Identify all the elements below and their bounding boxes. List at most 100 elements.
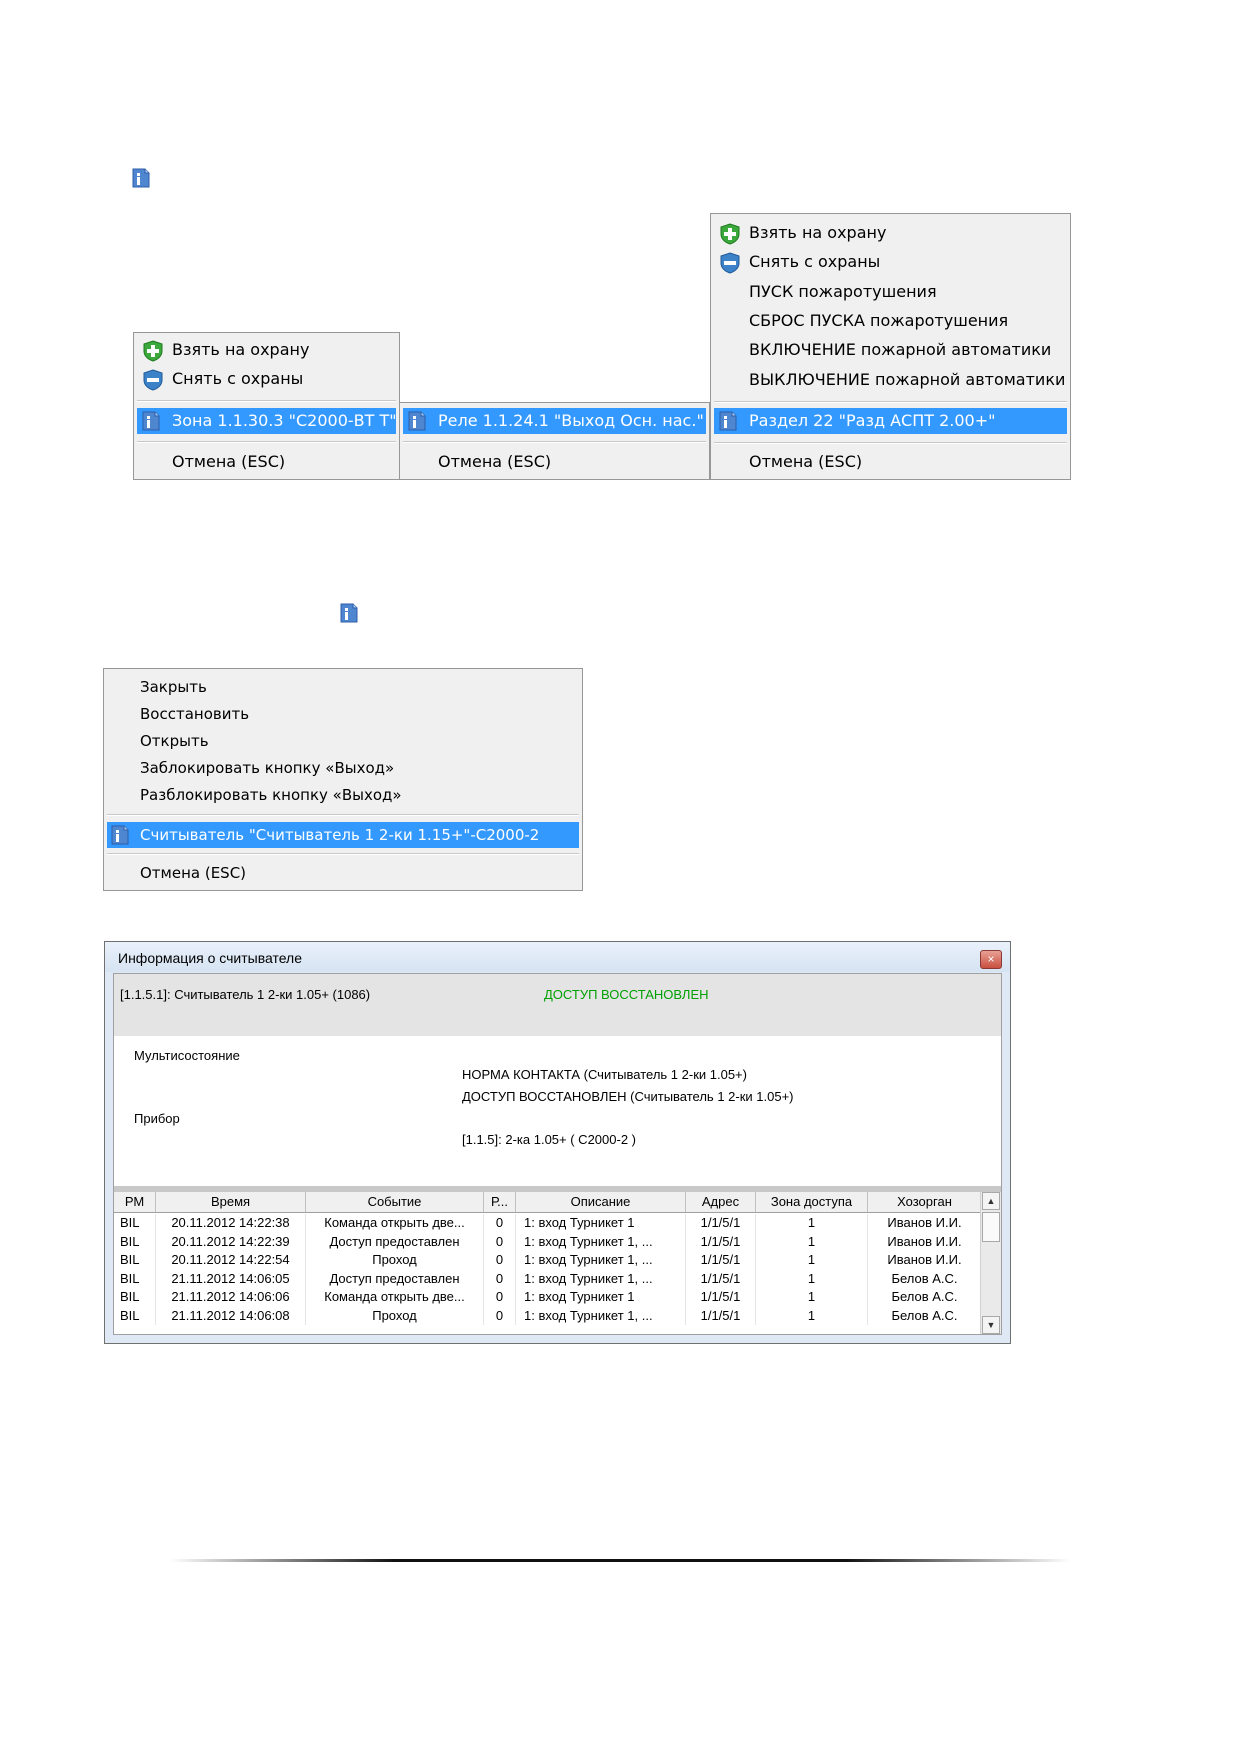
table-cell: 1 — [756, 1214, 868, 1233]
menu-item-zone-info[interactable]: Зона 1.1.30.3 "С2000-ВТ Т" — [137, 408, 397, 434]
table-cell: Команда открыть две... — [306, 1214, 484, 1233]
menu-item-fire-reset[interactable]: СБРОС ПУСКА пожаротушения — [711, 308, 1070, 334]
table-cell: 21.11.2012 14:06:08 — [156, 1306, 306, 1325]
device-value: [1.1.5]: 2-ка 1.05+ ( С2000-2 ) — [462, 1132, 636, 1147]
reader-details: Мультисостояние НОРМА КОНТАКТА (Считыват… — [114, 1036, 1001, 1186]
menu-item-reader-info[interactable]: Считыватель "Считыватель 1 2-ки 1.15+"-С… — [107, 822, 579, 848]
menu-separator — [107, 814, 579, 816]
page-divider — [170, 1559, 1070, 1562]
scroll-up-button[interactable]: ▲ — [982, 1192, 1000, 1210]
table-cell: BIL — [114, 1232, 156, 1251]
table-row[interactable]: BIL 20.11.2012 14:22:39 Доступ предоставле… — [114, 1232, 982, 1251]
menu-separator — [137, 400, 396, 402]
title-bar[interactable]: Информация о считывателе × — [105, 942, 1010, 972]
events-table: РМ Время Событие Р... Описание Адрес Зон… — [114, 1186, 1001, 1334]
info-icon — [719, 411, 737, 431]
menu-item-open-door[interactable]: Открыть — [104, 729, 582, 754]
menu-item-unlock-exit-button[interactable]: Разблокировать кнопку «Выход» — [104, 783, 582, 808]
table-cell: 1: вход Турникет 1 — [516, 1214, 686, 1233]
table-cell: BIL — [114, 1251, 156, 1270]
table-cell: 1 — [756, 1251, 868, 1270]
table-cell: 1: вход Турникет 1, ... — [516, 1269, 686, 1288]
column-header[interactable]: Р... — [484, 1192, 516, 1212]
menu-item-lock-exit-button[interactable]: Заблокировать кнопку «Выход» — [104, 756, 582, 781]
table-cell: 0 — [484, 1306, 516, 1325]
menu-item-restore[interactable]: Восстановить — [104, 702, 582, 727]
device-label: Прибор — [134, 1111, 180, 1126]
table-cell: 20.11.2012 14:22:38 — [156, 1214, 306, 1233]
table-cell: 1: вход Турникет 1, ... — [516, 1251, 686, 1270]
window-body: [1.1.5.1]: Считыватель 1 2-ки 1.05+ (108… — [113, 973, 1002, 1335]
table-cell: Команда открыть две... — [306, 1288, 484, 1307]
column-header[interactable]: Событие — [306, 1192, 484, 1212]
table-row[interactable]: BIL 21.11.2012 14:06:05 Доступ предоставле… — [114, 1269, 982, 1288]
menu-item-arm[interactable]: Взять на охрану — [711, 220, 1070, 246]
info-icon — [408, 411, 426, 431]
column-header[interactable]: РМ — [114, 1192, 156, 1212]
menu-item-cancel[interactable]: Отмена (ESC) — [711, 449, 1070, 475]
menu-item-arm[interactable]: Взять на охрану — [134, 337, 399, 363]
table-cell: 1 — [756, 1306, 868, 1325]
menu-separator — [137, 441, 396, 443]
scroll-down-button[interactable]: ▼ — [982, 1316, 1000, 1334]
column-header[interactable]: Зона доступа — [756, 1192, 868, 1212]
table-cell: Белов А.С. — [868, 1288, 982, 1307]
table-row[interactable]: BIL 20.11.2012 14:22:38 Команда открыть дв… — [114, 1214, 982, 1233]
vertical-scrollbar[interactable]: ▲ ▼ — [980, 1192, 1001, 1334]
table-cell: 1/1/5/1 — [686, 1288, 756, 1307]
table-cell: Иванов И.И. — [868, 1251, 982, 1270]
menu-item-cancel[interactable]: Отмена (ESC) — [400, 449, 709, 475]
menu-item-automation-off[interactable]: ВЫКЛЮЧЕНИЕ пожарной автоматики — [711, 367, 1070, 393]
table-cell: 0 — [484, 1251, 516, 1270]
table-cell: 1 — [756, 1288, 868, 1307]
multistate-value: ДОСТУП ВОССТАНОВЛЕН (Считыватель 1 2-ки … — [462, 1089, 794, 1104]
scroll-thumb[interactable] — [982, 1212, 1000, 1242]
table-cell: 20.11.2012 14:22:39 — [156, 1232, 306, 1251]
table-cell: 1: вход Турникет 1, ... — [516, 1232, 686, 1251]
table-cell: 0 — [484, 1214, 516, 1233]
menu-item-fire-start[interactable]: ПУСК пожаротушения — [711, 279, 1070, 305]
table-row[interactable]: BIL 21.11.2012 14:06:06 Команда открыть дв… — [114, 1288, 982, 1307]
disarm-blue-shield-icon — [719, 252, 741, 274]
table-row[interactable]: BIL 20.11.2012 14:22:54 Проход 0 1: вход Тур… — [114, 1251, 982, 1270]
table-cell: Иванов И.И. — [868, 1232, 982, 1251]
menu-item-cancel[interactable]: Отмена (ESC) — [104, 861, 582, 886]
arm-green-shield-icon — [142, 340, 164, 362]
table-cell: 0 — [484, 1232, 516, 1251]
table-cell: BIL — [114, 1214, 156, 1233]
table-cell: Доступ предоставлен — [306, 1232, 484, 1251]
info-icon — [132, 168, 150, 188]
menu-item-disarm[interactable]: Снять с охраны — [711, 249, 1070, 275]
column-header[interactable]: Хозорган — [868, 1192, 982, 1212]
menu-item-partition-info[interactable]: Раздел 22 "Разд АСПТ 2.00+" — [714, 408, 1067, 434]
table-cell: 1/1/5/1 — [686, 1214, 756, 1233]
table-cell: 1/1/5/1 — [686, 1269, 756, 1288]
menu-item-automation-on[interactable]: ВКЛЮЧЕНИЕ пожарной автоматики — [711, 337, 1070, 363]
disarm-blue-shield-icon — [142, 369, 164, 391]
table-cell: 1: вход Турникет 1 — [516, 1288, 686, 1307]
table-cell: Проход — [306, 1251, 484, 1270]
column-header[interactable]: Описание — [516, 1192, 686, 1212]
close-button[interactable]: × — [980, 950, 1002, 969]
menu-item-cancel[interactable]: Отмена (ESC) — [134, 449, 399, 475]
context-menu-relay: Реле 1.1.24.1 "Выход Осн. нас." Отмена (… — [400, 402, 710, 480]
table-cell: Белов А.С. — [868, 1269, 982, 1288]
context-menu-zone: Взять на охрану Снять с охраны Зона 1.1.… — [133, 332, 400, 480]
column-header[interactable]: Адрес — [686, 1192, 756, 1212]
menu-item-disarm[interactable]: Снять с охраны — [134, 366, 399, 392]
table-cell: 21.11.2012 14:06:05 — [156, 1269, 306, 1288]
window-title: Информация о считывателе — [118, 950, 303, 966]
info-icon — [111, 825, 129, 845]
table-cell: 0 — [484, 1269, 516, 1288]
table-header: РМ Время Событие Р... Описание Адрес Зон… — [114, 1192, 982, 1213]
table-cell: 0 — [484, 1288, 516, 1307]
menu-item-close-door[interactable]: Закрыть — [104, 675, 582, 700]
table-cell: 1/1/5/1 — [686, 1251, 756, 1270]
reader-address: [1.1.5.1]: Считыватель 1 2-ки 1.05+ (108… — [120, 987, 371, 1002]
menu-item-relay-info[interactable]: Реле 1.1.24.1 "Выход Осн. нас." — [403, 408, 706, 434]
table-cell: 1 — [756, 1269, 868, 1288]
table-row[interactable]: BIL 21.11.2012 14:06:08 Проход 0 1: вход Тур… — [114, 1306, 982, 1325]
column-header[interactable]: Время — [156, 1192, 306, 1212]
table-cell: 1/1/5/1 — [686, 1232, 756, 1251]
table-cell: BIL — [114, 1288, 156, 1307]
